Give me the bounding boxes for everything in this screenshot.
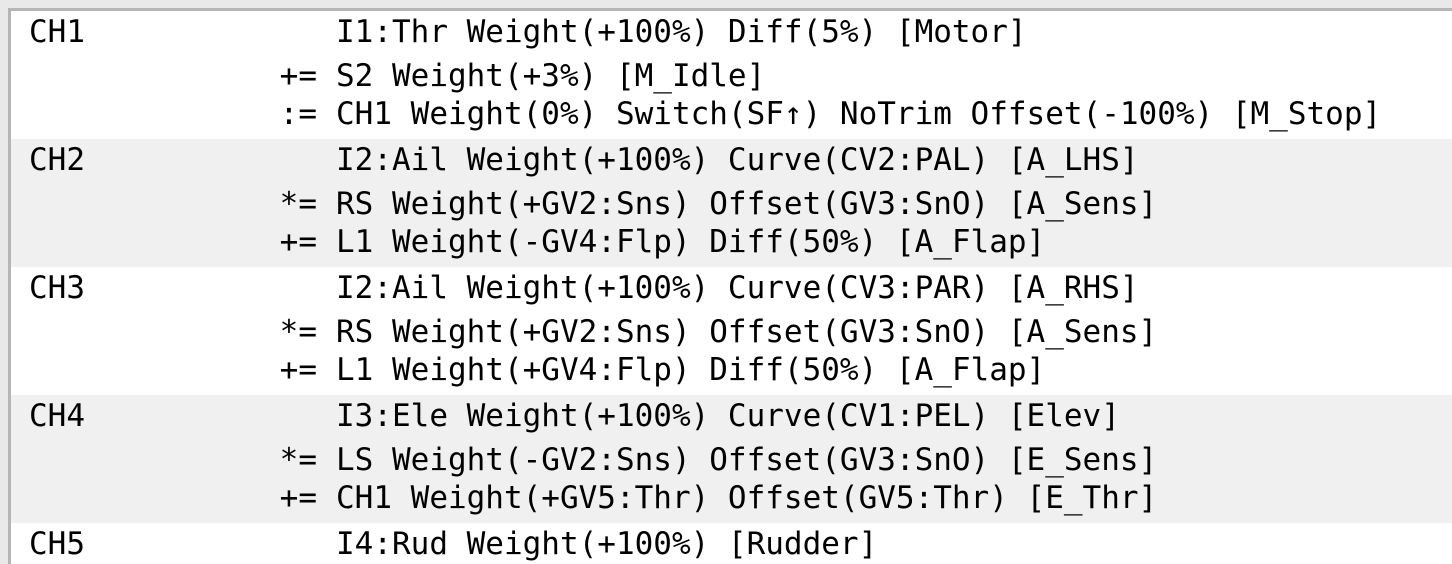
mix-expression: I2:Ail Weight(+100%) Curve(CV2:PAL) [A_L… <box>336 142 1139 178</box>
mix-line[interactable]: CH2 I2:Ail Weight(+100%) Curve(CV2:PAL) [… <box>11 139 1452 185</box>
mix-line[interactable]: := CH1 Weight(0%) Switch(SF↑) NoTrim Offs… <box>11 95 1452 133</box>
mix-expression: RS Weight(+GV2:Sns) Offset(GV3:SnO) [A_S… <box>336 186 1158 222</box>
mix-operator: += <box>279 480 317 516</box>
mix-line[interactable]: *= RS Weight(+GV2:Sns) Offset(GV3:SnO) [A… <box>11 313 1452 351</box>
mix-operator: *= <box>279 186 317 222</box>
mix-expression: I1:Thr Weight(+100%) Diff(5%) [Motor] <box>336 14 1027 50</box>
channel-list: CH1 I1:Thr Weight(+100%) Diff(5%) [Motor]… <box>11 11 1452 564</box>
channel-block[interactable]: CH3 I2:Ail Weight(+100%) Curve(CV3:PAR) [… <box>11 267 1452 395</box>
channel-block[interactable]: CH2 I2:Ail Weight(+100%) Curve(CV2:PAL) [… <box>11 139 1452 267</box>
channel-name-label: CH1 <box>29 14 85 50</box>
mix-line[interactable]: CH3 I2:Ail Weight(+100%) Curve(CV3:PAR) [… <box>11 267 1452 313</box>
mix-expression: I2:Ail Weight(+100%) Curve(CV3:PAR) [A_R… <box>336 270 1139 306</box>
mix-line[interactable]: *= LS Weight(-GV2:Sns) Offset(GV3:SnO) [E… <box>11 441 1452 479</box>
mix-operator: *= <box>279 442 317 478</box>
mix-operator: := <box>279 96 317 132</box>
mix-operator: *= <box>279 314 317 350</box>
mix-operator: += <box>279 58 317 94</box>
mixer-list-panel[interactable]: CH1 I1:Thr Weight(+100%) Diff(5%) [Motor]… <box>8 8 1452 564</box>
mix-expression: CH1 Weight(+GV5:Thr) Offset(GV5:Thr) [E_… <box>336 480 1158 516</box>
mix-line[interactable]: += CH1 Weight(+GV5:Thr) Offset(GV5:Thr) [… <box>11 479 1452 517</box>
mix-expression: I4:Rud Weight(+100%) [Rudder] <box>336 526 878 562</box>
mix-line[interactable]: += L1 Weight(+GV4:Flp) Diff(50%) [A_Flap] <box>11 351 1452 389</box>
mix-line[interactable]: += L1 Weight(-GV4:Flp) Diff(50%) [A_Flap] <box>11 223 1452 261</box>
mix-expression: RS Weight(+GV2:Sns) Offset(GV3:SnO) [A_S… <box>336 314 1158 350</box>
mix-line[interactable]: += S2 Weight(+3%) [M_Idle] <box>11 57 1452 95</box>
mix-expression: L1 Weight(-GV4:Flp) Diff(50%) [A_Flap] <box>336 224 1046 260</box>
mix-expression: LS Weight(-GV2:Sns) Offset(GV3:SnO) [E_S… <box>336 442 1158 478</box>
mixer-list-screen: CH1 I1:Thr Weight(+100%) Diff(5%) [Motor]… <box>0 0 1452 564</box>
channel-block[interactable]: CH5I4:Rud Weight(+100%) [Rudder]*=LS Wei… <box>11 523 1452 564</box>
mix-expression: L1 Weight(+GV4:Flp) Diff(50%) [A_Flap] <box>336 352 1046 388</box>
mix-operator: += <box>279 352 317 388</box>
channel-name-label: CH2 <box>29 142 85 178</box>
channel-name-label: CH5 <box>29 526 85 562</box>
channel-block[interactable]: CH1 I1:Thr Weight(+100%) Diff(5%) [Motor]… <box>11 11 1452 139</box>
mix-expression: CH1 Weight(0%) Switch(SF↑) NoTrim Offset… <box>336 96 1382 132</box>
mix-line[interactable]: *= RS Weight(+GV2:Sns) Offset(GV3:SnO) [A… <box>11 185 1452 223</box>
mix-line[interactable]: CH5 I4:Rud Weight(+100%) [Rudder] <box>11 523 1452 564</box>
mix-line[interactable]: CH1 I1:Thr Weight(+100%) Diff(5%) [Motor] <box>11 11 1452 57</box>
mix-line[interactable]: CH4 I3:Ele Weight(+100%) Curve(CV1:PEL) [… <box>11 395 1452 441</box>
mix-expression: S2 Weight(+3%) [M_Idle] <box>336 58 766 94</box>
channel-name-label: CH4 <box>29 398 85 434</box>
mix-operator: += <box>279 224 317 260</box>
channel-name-label: CH3 <box>29 270 85 306</box>
channel-block[interactable]: CH4 I3:Ele Weight(+100%) Curve(CV1:PEL) [… <box>11 395 1452 523</box>
mix-expression: I3:Ele Weight(+100%) Curve(CV1:PEL) [Ele… <box>336 398 1120 434</box>
